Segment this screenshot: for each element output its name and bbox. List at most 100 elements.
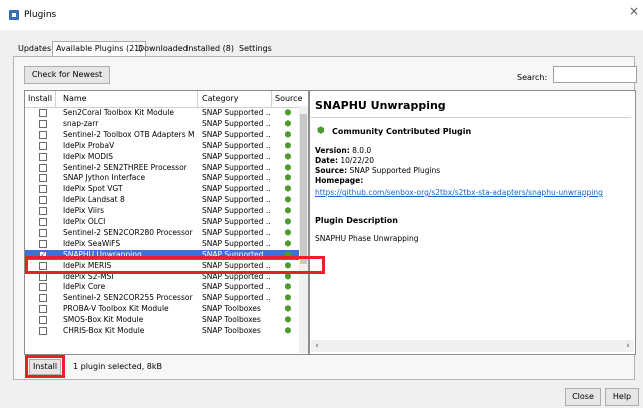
tab-downloaded[interactable]: Downloaded xyxy=(138,44,188,53)
puzzle-icon: ⬢ xyxy=(284,118,292,128)
plugin-category: SNAP Supported ... xyxy=(202,108,270,117)
install-checkbox[interactable] xyxy=(39,239,47,248)
puzzle-icon: ⬢ xyxy=(284,162,292,172)
table-row[interactable]: CHRIS-Box Kit Module SNAP Toolboxes ⬢ xyxy=(25,326,308,336)
puzzle-icon: ⬢ xyxy=(317,126,325,136)
table-row[interactable]: Sentinel-2 Toolbox OTB Adapters M... SNAP… xyxy=(25,130,308,140)
plugin-category: SNAP Supported ... xyxy=(202,227,270,237)
table-row[interactable]: SMOS-Box Kit Module SNAP Toolboxes ⬢ xyxy=(25,315,308,325)
plugin-name: IdePix Viirs xyxy=(63,206,104,216)
install-button-highlight xyxy=(25,355,65,378)
table-row[interactable]: IdePix Spot VGT SNAP Supported ... ⬢ xyxy=(25,184,308,194)
tab-updates[interactable]: Updates xyxy=(18,44,51,53)
table-row[interactable]: Sentinel-2 SEN2THREE Processor SNAP Suppo… xyxy=(25,163,308,173)
header-category[interactable]: Category xyxy=(202,94,239,103)
install-checkbox[interactable] xyxy=(39,119,47,128)
details-horizontal-scrollbar[interactable]: ‹ › xyxy=(311,340,634,352)
header-name[interactable]: Name xyxy=(63,94,87,103)
install-checkbox[interactable] xyxy=(39,294,47,303)
table-row[interactable]: Sen2Coral Toolbox Kit Module SNAP Support… xyxy=(25,108,308,118)
plugin-category: SNAP Supported ... xyxy=(202,238,270,248)
date-line: Date: 10/22/20 xyxy=(315,156,375,165)
table-row[interactable]: IdePix Viirs SNAP Supported ... ⬢ xyxy=(25,206,308,216)
table-row[interactable]: IdePix OLCI SNAP Supported ... ⬢ xyxy=(25,217,308,227)
install-checkbox[interactable] xyxy=(39,228,47,237)
plugin-name: IdePix Landsat 8 xyxy=(63,195,125,205)
plugin-category: SNAP Supported ... xyxy=(202,118,270,128)
plugin-category: SNAP Supported ... xyxy=(202,129,270,139)
plugin-category: SNAP Supported ... xyxy=(202,282,270,292)
install-checkbox[interactable] xyxy=(39,316,47,325)
install-checkbox[interactable] xyxy=(39,174,47,183)
plugin-details-title: SNAPHU Unwrapping xyxy=(315,99,446,112)
puzzle-icon: ⬢ xyxy=(284,129,292,139)
plugin-name: IdePix ProbaV xyxy=(63,140,115,150)
plugin-name: SMOS-Box Kit Module xyxy=(63,315,144,325)
plugin-category: SNAP Supported ... xyxy=(202,140,270,150)
selected-row-highlight xyxy=(25,256,325,274)
plugin-category: SNAP Toolboxes xyxy=(202,326,261,335)
homepage-label: Homepage: xyxy=(315,176,364,185)
tab-available-plugins[interactable]: Available Plugins (21) xyxy=(52,41,147,56)
table-row[interactable]: SNAP Jython Interface SNAP Supported ... ⬢ xyxy=(25,173,308,183)
plugins-app-icon xyxy=(9,10,19,20)
table-row[interactable]: snap-zarr SNAP Supported ... ⬢ xyxy=(25,119,308,129)
header-source[interactable]: Source xyxy=(275,94,302,103)
install-checkbox[interactable] xyxy=(39,141,47,150)
plugin-name: CHRIS-Box Kit Module xyxy=(63,326,145,335)
install-checkbox[interactable] xyxy=(39,305,47,314)
install-checkbox[interactable] xyxy=(39,130,47,139)
install-checkbox[interactable] xyxy=(39,109,47,117)
install-checkbox[interactable] xyxy=(39,196,47,205)
install-checkbox[interactable] xyxy=(39,207,47,216)
plugin-name: IdePix MODIS xyxy=(63,151,113,161)
install-checkbox[interactable] xyxy=(39,152,47,161)
plugin-category: SNAP Supported ... xyxy=(202,151,270,161)
tab-settings[interactable]: Settings xyxy=(239,44,272,53)
header-install[interactable]: Install xyxy=(28,94,52,103)
scroll-right-icon[interactable]: › xyxy=(622,340,634,352)
source-line: Source: SNAP Supported Plugins xyxy=(315,166,441,175)
scroll-left-icon[interactable]: ‹ xyxy=(311,340,323,352)
plugin-name: PROBA-V Toolbox Kit Module xyxy=(63,304,169,314)
table-row[interactable]: IdePix Core SNAP Supported ... ⬢ xyxy=(25,282,308,292)
table-row[interactable]: IdePix SeaWiFS SNAP Supported ... ⬢ xyxy=(25,239,308,249)
install-checkbox[interactable] xyxy=(39,163,47,172)
table-row[interactable]: IdePix ProbaV SNAP Supported ... ⬢ xyxy=(25,141,308,151)
table-row[interactable]: IdePix Landsat 8 SNAP Supported ... ⬢ xyxy=(25,195,308,205)
help-button[interactable]: Help xyxy=(605,388,639,406)
table-row[interactable]: Sentinel-2 SEN2COR280 Processor SNAP Supp… xyxy=(25,228,308,238)
install-checkbox[interactable] xyxy=(39,283,47,292)
plugin-category: SNAP Supported ... xyxy=(202,184,270,194)
table-row[interactable]: Sentinel-2 SEN2COR255 Processor SNAP Supp… xyxy=(25,293,308,303)
plugin-category: SNAP Toolboxes xyxy=(202,304,261,314)
table-vertical-scrollbar[interactable] xyxy=(299,106,308,353)
puzzle-icon: ⬢ xyxy=(284,282,292,292)
table-row[interactable]: PROBA-V Toolbox Kit Module SNAP Toolboxes… xyxy=(25,304,308,314)
puzzle-icon: ⬢ xyxy=(284,217,292,226)
search-label: Search: xyxy=(517,73,548,82)
title-bar: Plugins × xyxy=(0,0,643,30)
plugin-name: Sentinel-2 SEN2COR280 Processor xyxy=(63,227,193,237)
version-line: Version: 8.0.0 xyxy=(315,146,372,155)
tab-installed[interactable]: Installed (8) xyxy=(186,44,234,53)
close-button[interactable]: Close xyxy=(565,388,601,406)
plugin-category: SNAP Supported ... xyxy=(202,195,270,205)
plugin-category: SNAP Supported ... xyxy=(202,173,270,183)
install-checkbox[interactable] xyxy=(39,185,47,194)
scrollbar-thumb[interactable] xyxy=(300,114,307,264)
check-for-newest-button[interactable]: Check for Newest xyxy=(24,66,110,84)
install-checkbox[interactable] xyxy=(39,327,47,335)
puzzle-icon: ⬢ xyxy=(284,206,292,216)
plugin-name: IdePix Spot VGT xyxy=(63,184,123,194)
search-input[interactable] xyxy=(553,66,637,83)
plugin-name: Sentinel-2 Toolbox OTB Adapters M... xyxy=(63,129,195,139)
homepage-link[interactable]: https://github.com/senbox-org/s2tbx/s2tb… xyxy=(315,188,603,197)
table-row[interactable]: IdePix MODIS SNAP Supported ... ⬢ xyxy=(25,152,308,162)
plugin-name: IdePix OLCI xyxy=(63,217,106,226)
plugin-name: SNAP Jython Interface xyxy=(63,173,146,183)
install-checkbox[interactable] xyxy=(39,218,47,226)
close-window-icon[interactable]: × xyxy=(629,4,639,18)
contrib-label: Community Contributed Plugin xyxy=(332,127,472,136)
puzzle-icon: ⬢ xyxy=(284,108,292,117)
